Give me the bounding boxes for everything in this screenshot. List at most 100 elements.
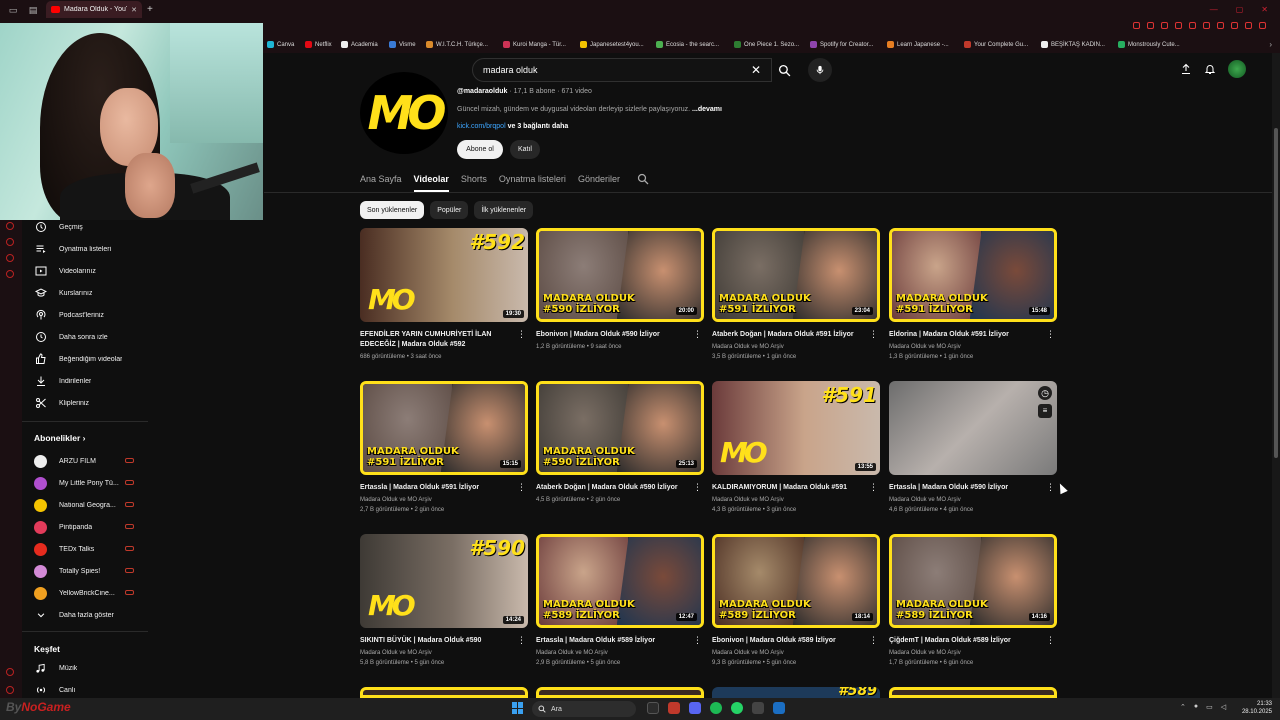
pin-icon[interactable] xyxy=(1189,22,1196,29)
bookmark-item[interactable]: Spotify for Creator... xyxy=(810,41,873,48)
heart-icon[interactable] xyxy=(1217,22,1224,29)
close-tab-icon[interactable]: ✕ xyxy=(131,6,137,14)
video-thumbnail[interactable]: MO #592 19:30 xyxy=(360,228,528,322)
bookmark-item[interactable]: Japanesetest4you... xyxy=(580,41,644,48)
video-channel-name[interactable]: Madara Olduk ve MO Arşiv xyxy=(712,344,784,350)
more-options-icon[interactable]: ⋮ xyxy=(869,482,878,493)
bookmark-item[interactable]: Ecosia - the searc... xyxy=(656,41,719,48)
side-panel-icon[interactable] xyxy=(6,270,14,278)
more-options-icon[interactable]: ⋮ xyxy=(1046,329,1055,340)
video-title[interactable]: ÇiğdemT | Madara Olduk #589 İzliyor xyxy=(889,636,1039,646)
video-channel-name[interactable]: Madara Olduk ve MO Arşiv xyxy=(889,344,961,350)
more-options-icon[interactable]: ⋮ xyxy=(517,482,526,493)
channel-avatar[interactable]: MO xyxy=(360,72,448,154)
video-card[interactable]: MADARA OLDUK #590 İZLİYOR 25:13 Ataberk Doğ… xyxy=(536,381,704,503)
new-tab-icon[interactable]: + xyxy=(147,4,153,15)
video-thumbnail[interactable] xyxy=(889,687,1057,698)
tab-actions-icon[interactable]: ▭ xyxy=(6,4,20,16)
subscription-item[interactable]: My Little Pony Tü... xyxy=(34,475,148,491)
side-panel-icon[interactable] xyxy=(6,222,14,230)
video-thumbnail[interactable]: MO #591 13:55 xyxy=(712,381,880,475)
more-options-icon[interactable]: ⋮ xyxy=(517,329,526,340)
video-thumbnail[interactable]: MADARA OLDUK #589 İZLİYOR 12:47 xyxy=(536,534,704,628)
more-options-icon[interactable]: ⋮ xyxy=(1046,635,1055,646)
opera-gx-icon[interactable] xyxy=(668,702,680,714)
maximize-icon[interactable]: ▢ xyxy=(1236,5,1244,14)
add-to-queue-icon[interactable]: ≡ xyxy=(1038,404,1052,418)
bookmark-item[interactable]: Monstrously Cute... xyxy=(1118,41,1180,48)
video-card[interactable]: MADARA OLDUK #589 İZLİYOR 18:14 Ebonivon | … xyxy=(712,534,880,666)
sidebar-item-watch-later[interactable]: Daha sonra izle xyxy=(34,329,148,345)
video-thumbnail[interactable]: MADARA OLDUK #589 İZLİYOR 18:14 xyxy=(712,534,880,628)
account-avatar[interactable] xyxy=(1228,60,1246,78)
more-options-icon[interactable]: ⋮ xyxy=(869,329,878,340)
bookmark-item[interactable]: Netflix xyxy=(305,41,332,48)
bookmark-icon[interactable] xyxy=(1161,22,1168,29)
sidebar-item-clips[interactable]: Klipleriniz xyxy=(34,395,148,411)
side-panel-icon[interactable] xyxy=(6,686,14,694)
video-thumbnail[interactable]: #589 xyxy=(712,687,880,698)
sidebar-item-music[interactable]: Müzik xyxy=(34,660,148,676)
zoom-icon[interactable] xyxy=(1133,22,1140,29)
extension-icon[interactable] xyxy=(1245,22,1252,29)
search-button[interactable] xyxy=(772,58,796,82)
windows-start-icon[interactable] xyxy=(512,702,524,714)
sidebar-item-podcasts[interactable]: Podcast'leriniz xyxy=(34,307,148,323)
search-input[interactable]: madara olduk xyxy=(483,65,538,75)
video-thumbnail[interactable]: MADARA OLDUK #591 İZLİYOR 15:15 xyxy=(360,381,528,475)
video-card[interactable]: MADARA OLDUK #591 İZLİYOR 15:15 Ertassla | … xyxy=(360,381,528,513)
video-channel-name[interactable]: Madara Olduk ve MO Arşiv xyxy=(360,497,432,503)
video-thumbnail[interactable]: MADARA OLDUK #589 İZLİYOR 14:16 xyxy=(889,534,1057,628)
side-panel-icon[interactable] xyxy=(6,254,14,262)
watch-later-icon[interactable]: ◷ xyxy=(1038,386,1052,400)
channel-search-button[interactable] xyxy=(637,172,649,190)
sidebar-item-history[interactable]: Geçmiş xyxy=(34,219,148,235)
bookmarks-overflow-icon[interactable]: › xyxy=(1269,40,1272,49)
channel-link[interactable]: kick.com/brqpol xyxy=(457,123,506,130)
tab-videos[interactable]: Videolar xyxy=(413,170,449,192)
video-title[interactable]: Ertassla | Madara Olduk #590 İzliyor xyxy=(889,483,1039,493)
tray-mic-icon[interactable]: ● xyxy=(1194,703,1198,711)
taskbar-search[interactable]: Ara xyxy=(532,701,636,717)
sidebar-item-playlists[interactable]: Oynatma listeleri xyxy=(34,241,148,257)
subscribe-button[interactable]: Abone ol xyxy=(457,140,503,159)
video-title[interactable]: Eldorina | Madara Olduk #591 İzliyor xyxy=(889,330,1039,340)
video-channel-name[interactable]: Madara Olduk ve MO Arşiv xyxy=(889,497,961,503)
video-card[interactable]: MO #592 19:30 EFENDİLER YARIN CUMHURİYETİ İ… xyxy=(360,228,528,360)
video-title[interactable]: KALDIRAMIYORUM | Madara Olduk #591 xyxy=(712,483,862,493)
spotify-icon[interactable] xyxy=(710,702,722,714)
notifications-bell-icon[interactable] xyxy=(1204,63,1216,75)
video-channel-name[interactable]: Madara Olduk ve MO Arşiv xyxy=(360,650,432,656)
video-title[interactable]: SIKINTI BÜYÜK | Madara Olduk #590 xyxy=(360,636,510,646)
video-card[interactable]: ◷ ≡ Ertassla | Madara Olduk #590 İzliyor ⋮ M… xyxy=(889,381,1057,513)
show-more-button[interactable]: Daha fazla göster xyxy=(34,607,148,623)
video-thumbnail[interactable]: MO #590 14:24 xyxy=(360,534,528,628)
video-title[interactable]: Ebonivon | Madara Olduk #589 İzliyor xyxy=(712,636,862,646)
taskbar-clock[interactable]: 21:33 28.10.2025 xyxy=(1240,700,1272,716)
download-icon[interactable] xyxy=(1147,22,1154,29)
video-card[interactable]: MADARA OLDUK #591 İZLİYOR 23:04 Ataberk Doğ… xyxy=(712,228,880,360)
whatsapp-icon[interactable] xyxy=(731,702,743,714)
more-options-icon[interactable]: ⋮ xyxy=(693,482,702,493)
side-panel-icon[interactable] xyxy=(6,668,14,676)
tab-list-icon[interactable]: ▤ xyxy=(26,4,40,16)
video-thumbnail[interactable]: MADARA OLDUK #590 İZLİYOR 20:00 xyxy=(536,228,704,322)
subscription-item[interactable]: TEDx Talks xyxy=(34,541,148,557)
task-view-icon[interactable] xyxy=(647,702,659,714)
video-thumbnail[interactable]: MADARA OLDUK #591 İZLİYOR 23:04 xyxy=(712,228,880,322)
video-title[interactable]: Ertassla | Madara Olduk #591 İzliyor xyxy=(360,483,510,493)
search-box[interactable]: madara olduk ✕ xyxy=(472,58,772,82)
sidebar-item-downloads[interactable]: İndirilenler xyxy=(34,373,148,389)
play-icon[interactable] xyxy=(1203,22,1210,29)
bookmark-item[interactable]: Your Complete Gu... xyxy=(964,41,1028,48)
bookmark-item[interactable]: Learn Japanese -... xyxy=(887,41,949,48)
voice-search-button[interactable] xyxy=(808,58,832,82)
scrollbar-thumb[interactable] xyxy=(1274,128,1278,458)
sidebar-item-liked-videos[interactable]: Beğendiğim videolar xyxy=(34,351,148,367)
bookmark-item[interactable]: Visme xyxy=(389,41,416,48)
chip-popular[interactable]: Popüler xyxy=(430,201,469,219)
discord-icon[interactable] xyxy=(689,702,701,714)
more-options-icon[interactable]: ⋮ xyxy=(517,635,526,646)
upload-icon[interactable] xyxy=(1180,63,1192,75)
browser-tab-youtube[interactable]: Madara Olduk - YouTube ✕ xyxy=(46,1,142,18)
